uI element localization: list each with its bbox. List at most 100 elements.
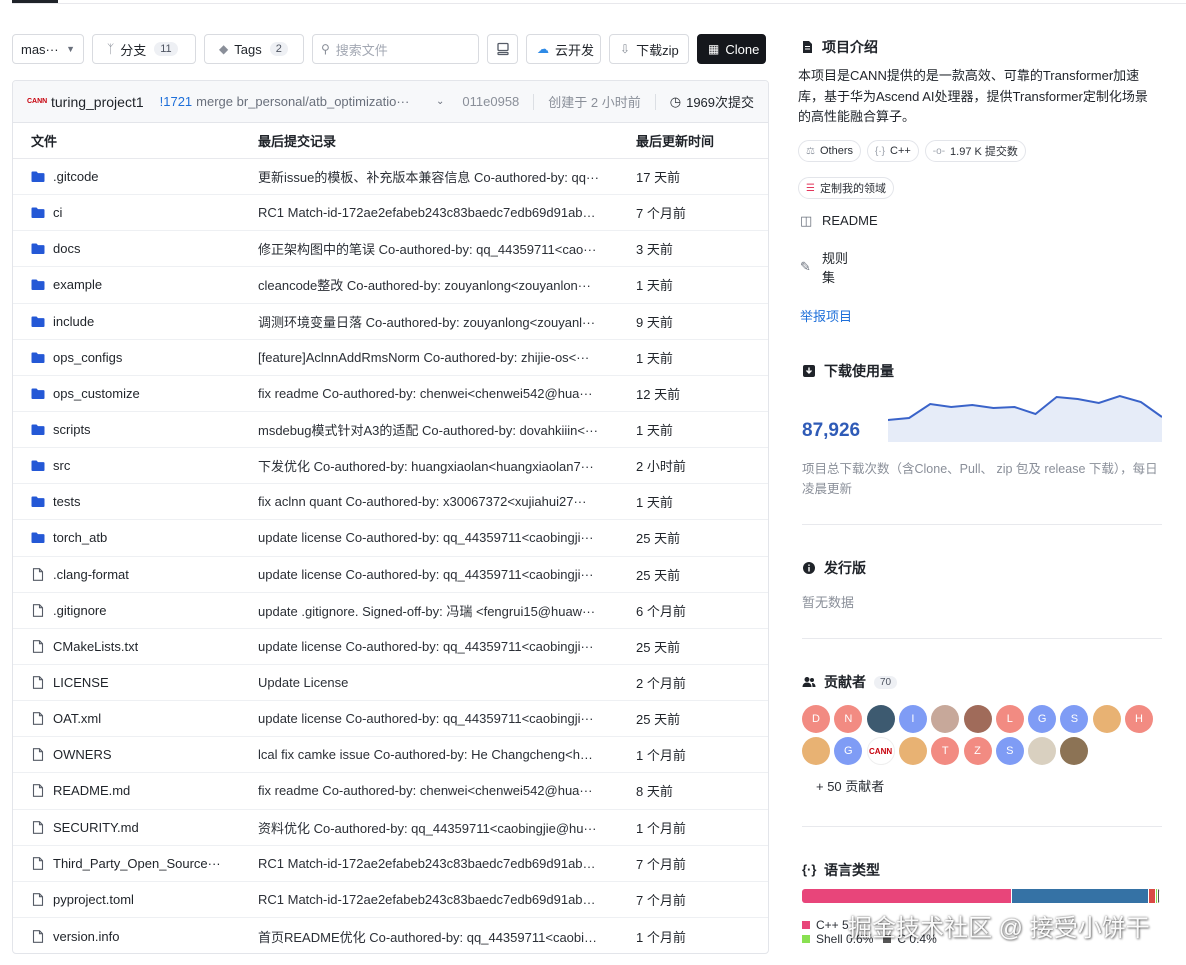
commit-message-cell[interactable]: lcal fix camke issue Co-authored-by: He … — [240, 747, 618, 762]
commit-message-cell[interactable]: RC1 Match-id-172ae2efabeb243c83baedc7edb… — [240, 205, 618, 220]
file-name-cell[interactable]: ci — [13, 205, 240, 220]
custom-domain-tag[interactable]: ☰ 定制我的领域 — [798, 177, 894, 199]
file-name[interactable]: include — [53, 314, 94, 329]
contributor-avatar[interactable]: H — [1125, 705, 1153, 733]
commit-message-cell[interactable]: 资料优化 Co-authored-by: qq_44359711<caobing… — [240, 818, 618, 837]
table-row[interactable]: OWNERS lcal fix camke issue Co-authored-b… — [13, 737, 768, 774]
commit-message-cell[interactable]: fix aclnn quant Co-authored-by: x3006737… — [240, 494, 618, 509]
download-zip-button[interactable]: ⇩ 下载zip — [609, 34, 689, 64]
file-name-cell[interactable]: ops_configs — [13, 350, 240, 365]
table-row[interactable]: scripts msdebug模式针对A3的适配 Co-authored-by: … — [13, 412, 768, 449]
file-name-cell[interactable]: src — [13, 458, 240, 473]
file-name[interactable]: scripts — [53, 422, 91, 437]
file-name[interactable]: .gitignore — [53, 603, 106, 618]
contributor-avatar[interactable] — [963, 705, 992, 733]
readme-link[interactable]: ◫ README — [800, 213, 878, 229]
commit-message-cell[interactable]: update license Co-authored-by: qq_443597… — [240, 711, 618, 726]
file-name[interactable]: CMakeLists.txt — [53, 639, 138, 654]
file-name-cell[interactable]: scripts — [13, 422, 240, 437]
table-row[interactable]: OAT.xml update license Co-authored-by: qq… — [13, 701, 768, 738]
table-row[interactable]: ops_customize fix readme Co-authored-by: … — [13, 376, 768, 412]
file-name-cell[interactable]: example — [13, 277, 240, 292]
rules-link[interactable]: ✎ 规则集 — [800, 249, 848, 287]
more-contributors-link[interactable]: + 50 贡献者 — [816, 776, 884, 795]
file-name-cell[interactable]: .clang-format — [13, 567, 240, 582]
contributor-avatar[interactable] — [1028, 737, 1057, 765]
file-name-cell[interactable]: torch_atb — [13, 530, 240, 545]
contributor-avatar[interactable] — [1092, 705, 1121, 733]
cloud-dev-button[interactable]: ☁ 云开发 — [526, 34, 601, 64]
commit-message-cell[interactable]: msdebug模式针对A3的适配 Co-authored-by: dovahki… — [240, 420, 618, 439]
contributor-avatar[interactable]: I — [898, 705, 927, 733]
commit-pr-link[interactable]: !1721 — [160, 94, 193, 109]
table-row[interactable]: CMakeLists.txt update license Co-authored… — [13, 629, 768, 665]
table-row[interactable]: include 调测环境变量日落 Co-authored-by: zouyanlo… — [13, 304, 768, 340]
commit-message-cell[interactable]: Update License — [240, 675, 618, 690]
contributor-avatar[interactable] — [802, 737, 830, 765]
tag-language[interactable]: {·} C++ — [866, 140, 919, 162]
commit-message-cell[interactable]: fix readme Co-authored-by: chenwei<chenw… — [240, 386, 618, 401]
file-name-cell[interactable]: OWNERS — [13, 747, 240, 762]
contributor-avatar[interactable]: N — [834, 705, 863, 733]
contributor-avatar[interactable]: S — [995, 737, 1024, 765]
table-row[interactable]: version.info 首页README优化 Co-authored-by: q… — [13, 918, 768, 953]
file-name[interactable]: tests — [53, 494, 80, 509]
tag-license[interactable]: ⚖ Others — [798, 140, 861, 162]
file-name-cell[interactable]: ops_customize — [13, 386, 240, 401]
file-name-cell[interactable]: tests — [13, 494, 240, 509]
file-name[interactable]: ops_configs — [53, 350, 122, 365]
file-name[interactable]: Third_Party_Open_Source··· — [53, 856, 221, 871]
contributor-avatar[interactable]: T — [931, 737, 960, 765]
tags-button[interactable]: ◆ Tags 2 — [204, 34, 304, 64]
file-name-cell[interactable]: CMakeLists.txt — [13, 639, 240, 654]
commit-message-cell[interactable]: cleancode整改 Co-authored-by: zouyanlong<z… — [240, 275, 618, 294]
contributor-avatar[interactable]: CANN — [866, 737, 895, 765]
file-name-cell[interactable]: SECURITY.md — [13, 820, 240, 835]
commit-message-cell[interactable]: 修正架构图中的笔误 Co-authored-by: qq_44359711<ca… — [240, 239, 618, 258]
file-name-cell[interactable]: .gitignore — [13, 603, 240, 618]
language-segment[interactable] — [1158, 889, 1160, 903]
commit-message-cell[interactable]: RC1 Match-id-172ae2efabeb243c83baedc7edb… — [240, 856, 618, 871]
file-name[interactable]: example — [53, 277, 102, 292]
web-ide-button[interactable] — [487, 34, 518, 64]
commit-message-cell[interactable]: RC1 Match-id-172ae2efabeb243c83baedc7edb… — [240, 892, 618, 907]
file-name[interactable]: torch_atb — [53, 530, 107, 545]
file-name[interactable]: LICENSE — [53, 675, 109, 690]
expand-chevron-icon[interactable]: ⌄ — [436, 96, 444, 107]
language-segment[interactable] — [1011, 889, 1150, 903]
commit-message-cell[interactable]: fix readme Co-authored-by: chenwei<chenw… — [240, 783, 618, 798]
table-row[interactable]: tests fix aclnn quant Co-authored-by: x30… — [13, 484, 768, 521]
branch-select[interactable]: mas··· ▼ — [12, 34, 84, 64]
file-name-cell[interactable]: LICENSE — [13, 675, 240, 690]
branches-button[interactable]: ᛉ 分支 11 — [92, 34, 196, 64]
file-name[interactable]: OAT.xml — [53, 711, 101, 726]
file-name[interactable]: README.md — [53, 783, 130, 798]
table-row[interactable]: ops_configs [feature]AclnnAddRmsNorm Co-a… — [13, 340, 768, 376]
table-row[interactable]: .clang-format update license Co-authored-… — [13, 557, 768, 593]
contributor-avatar[interactable]: S — [1060, 705, 1089, 733]
commit-author[interactable]: turing_project1 — [51, 94, 144, 110]
table-row[interactable]: LICENSE Update License 2 个月前 — [13, 665, 768, 702]
commit-message-cell[interactable]: update license Co-authored-by: qq_443597… — [240, 567, 618, 582]
file-name[interactable]: docs — [53, 241, 80, 256]
file-name-cell[interactable]: Third_Party_Open_Source··· — [13, 856, 240, 871]
contributor-avatar[interactable] — [931, 705, 960, 733]
table-row[interactable]: ci RC1 Match-id-172ae2efabeb243c83baedc7e… — [13, 195, 768, 232]
clone-button[interactable]: ▦ Clone — [697, 34, 766, 64]
file-name[interactable]: .clang-format — [53, 567, 129, 582]
contributor-avatar[interactable]: G — [834, 737, 863, 765]
contributor-avatar[interactable]: L — [995, 705, 1024, 733]
file-name-cell[interactable]: OAT.xml — [13, 711, 240, 726]
file-name-cell[interactable]: docs — [13, 241, 240, 256]
table-row[interactable]: README.md fix readme Co-authored-by: chen… — [13, 773, 768, 810]
commit-message-cell[interactable]: update license Co-authored-by: qq_443597… — [240, 639, 618, 654]
commit-message-cell[interactable]: update license Co-authored-by: qq_443597… — [240, 530, 618, 545]
table-row[interactable]: SECURITY.md 资料优化 Co-authored-by: qq_44359… — [13, 810, 768, 846]
commit-message-cell[interactable]: 下发优化 Co-authored-by: huangxiaolan<huangx… — [240, 456, 618, 475]
contributor-avatar[interactable] — [866, 705, 895, 733]
file-name[interactable]: SECURITY.md — [53, 820, 139, 835]
tag-commits[interactable]: -o- 1.97 K 提交数 — [924, 140, 1026, 162]
report-link[interactable]: 举报项目 — [800, 306, 852, 325]
contributor-avatar[interactable]: G — [1028, 705, 1057, 733]
table-row[interactable]: torch_atb update license Co-authored-by: … — [13, 520, 768, 557]
